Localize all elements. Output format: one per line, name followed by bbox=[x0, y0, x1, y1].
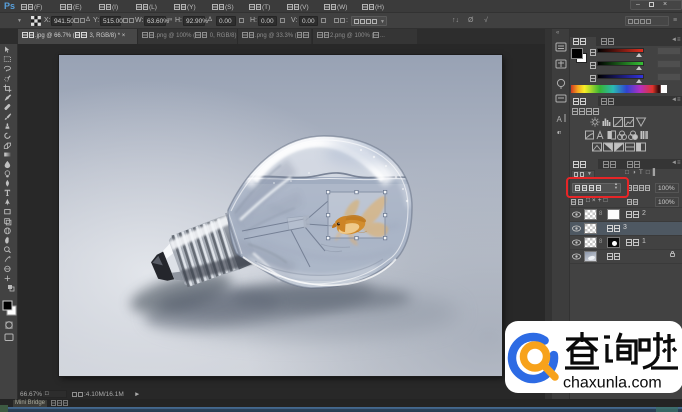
svg-text:chaxunla.com: chaxunla.com bbox=[563, 375, 662, 392]
svg-text:A: A bbox=[557, 115, 563, 124]
svg-text:¶: ¶ bbox=[557, 130, 561, 134]
